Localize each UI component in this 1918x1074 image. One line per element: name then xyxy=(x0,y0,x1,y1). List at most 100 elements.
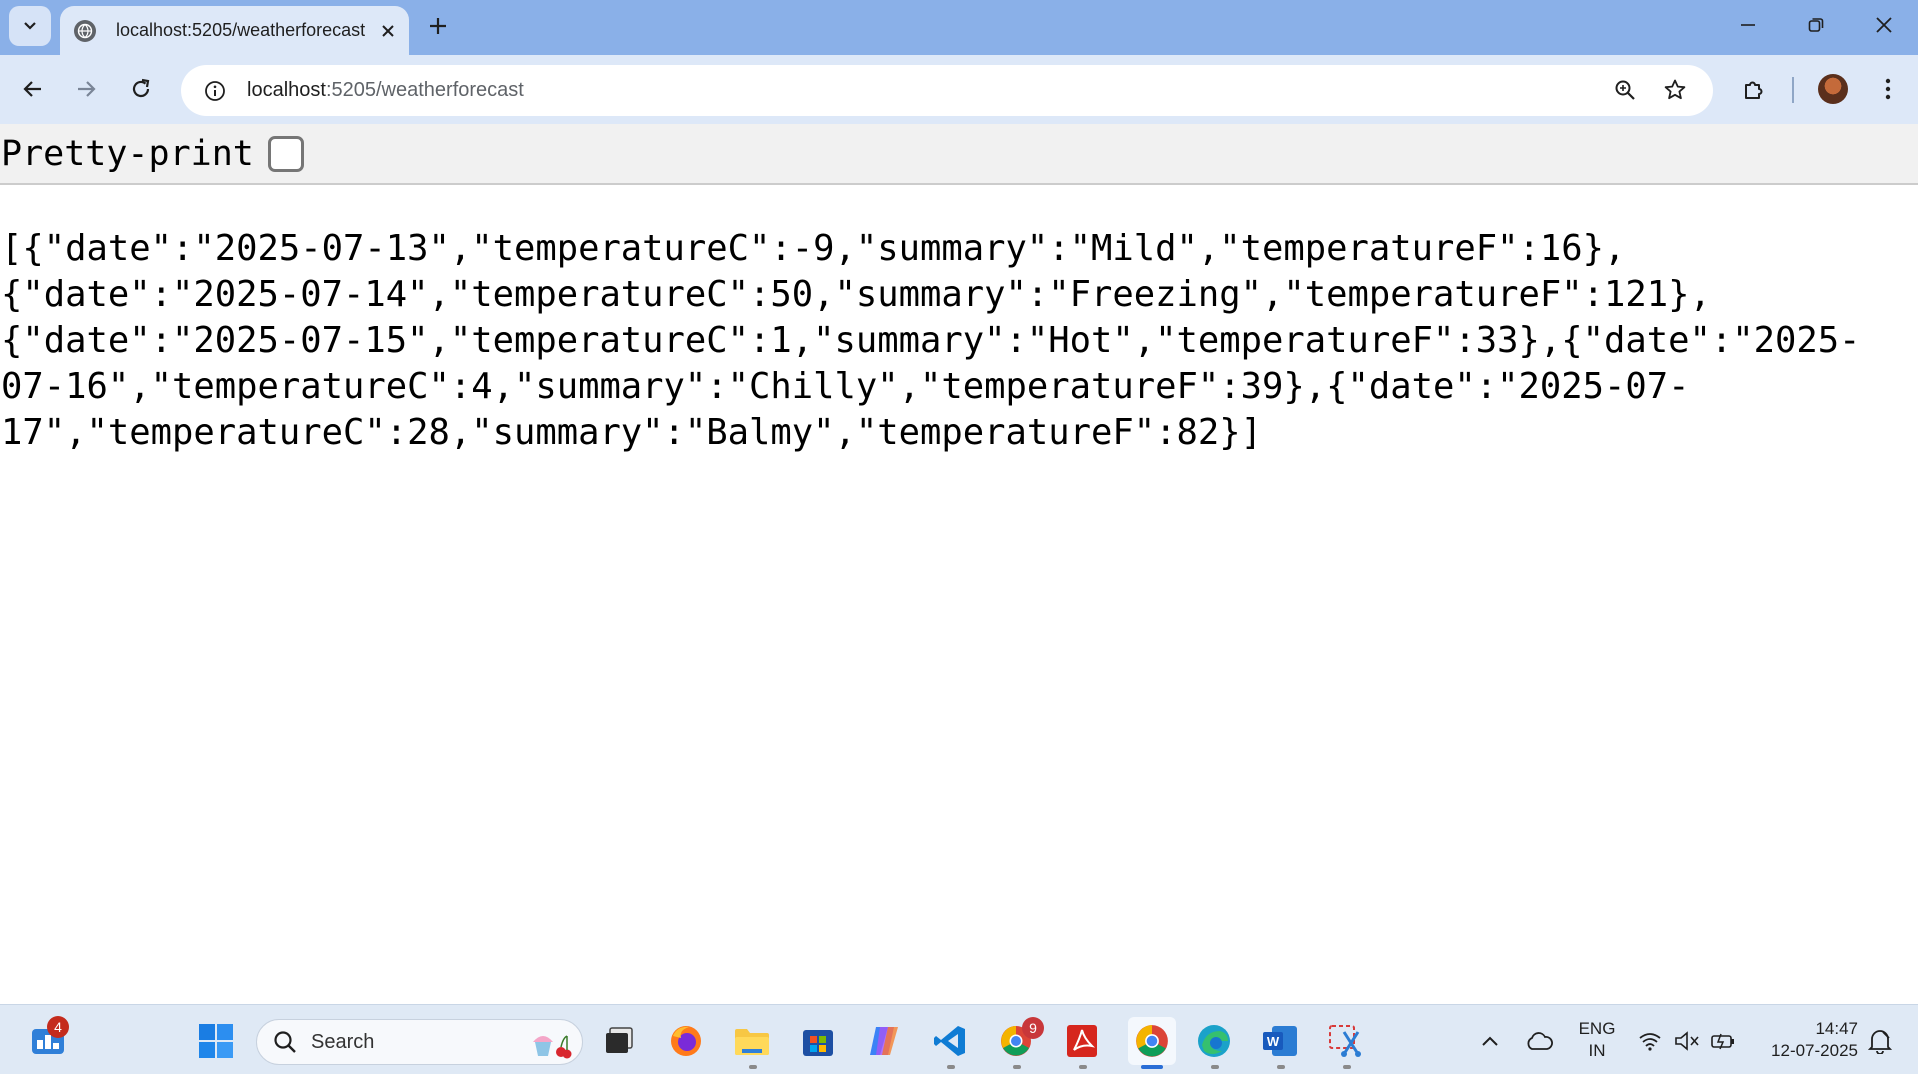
clock[interactable]: 14:47 12-07-2025 xyxy=(1752,1018,1858,1062)
globe-icon xyxy=(74,19,96,42)
taskbar-vscode[interactable] xyxy=(930,1021,970,1061)
taskbar-search[interactable]: Search xyxy=(256,1019,583,1065)
json-line: 07-16","temperatureC":4,"summary":"Chill… xyxy=(1,366,1690,407)
pretty-print-label: Pretty-print xyxy=(1,133,254,174)
language-region: IN xyxy=(1588,1041,1606,1060)
json-line: [{"date":"2025-07-13","temperatureC":-9,… xyxy=(1,228,1626,269)
running-indicator xyxy=(1277,1065,1285,1069)
firefox-icon xyxy=(671,1026,701,1056)
clock-date: 12-07-2025 xyxy=(1771,1041,1858,1060)
bookmark-button[interactable] xyxy=(1655,70,1695,110)
vscode-icon xyxy=(934,1026,965,1056)
word-icon: W xyxy=(1263,1026,1297,1056)
minimize-button[interactable] xyxy=(1718,0,1778,50)
arrow-left-icon xyxy=(23,81,41,97)
taskbar: 4 Search 9 W ENG IN 14:47 12-07-2025 xyxy=(0,1004,1918,1074)
json-response: [{"date":"2025-07-13","temperatureC":-9,… xyxy=(1,226,1911,456)
show-hidden-icons-button[interactable] xyxy=(1470,1021,1510,1061)
search-placeholder: Search xyxy=(311,1030,375,1053)
volume-muted-icon xyxy=(1675,1031,1699,1051)
reload-button[interactable] xyxy=(121,69,161,109)
close-icon xyxy=(1876,17,1892,33)
start-button[interactable] xyxy=(196,1021,236,1061)
chrome-icon xyxy=(1136,1025,1168,1057)
notifications-button[interactable] xyxy=(1860,1021,1900,1061)
search-icon xyxy=(274,1031,296,1053)
cloud-icon xyxy=(1527,1032,1553,1050)
url-path: :5205/weatherforecast xyxy=(325,79,524,101)
taskbar-microsoft-store[interactable] xyxy=(798,1021,838,1061)
chrome-badge: 9 xyxy=(1022,1017,1044,1039)
battery-icon xyxy=(1711,1033,1734,1050)
puzzle-icon xyxy=(1745,81,1763,99)
windows-icon xyxy=(199,1024,233,1058)
running-indicator xyxy=(1079,1065,1087,1069)
running-indicator xyxy=(947,1065,955,1069)
chevron-up-icon xyxy=(1482,1036,1498,1046)
profile-button[interactable] xyxy=(1813,69,1853,109)
running-indicator xyxy=(1013,1065,1021,1069)
taskbar-chrome-active[interactable] xyxy=(1128,1017,1176,1065)
tab-search-button[interactable] xyxy=(9,6,51,46)
taskbar-copilot[interactable] xyxy=(864,1021,904,1061)
language-code: ENG xyxy=(1578,1019,1616,1038)
extensions-button[interactable] xyxy=(1734,69,1774,109)
new-tab-button[interactable] xyxy=(422,10,454,42)
language-indicator[interactable]: ENG IN xyxy=(1575,1018,1619,1062)
running-indicator xyxy=(1343,1065,1351,1069)
close-window-button[interactable] xyxy=(1854,0,1914,50)
json-line: {"date":"2025-07-14","temperatureC":50,"… xyxy=(1,274,1711,315)
running-indicator xyxy=(1211,1065,1219,1069)
plus-icon xyxy=(430,18,446,34)
scissors-icon xyxy=(1329,1025,1361,1057)
clock-time: 14:47 xyxy=(1815,1019,1858,1038)
browser-title-bar: localhost:5205/weatherforecast xyxy=(0,0,1918,55)
browser-toolbar: localhost:5205/weatherforecast xyxy=(0,55,1918,124)
site-info-icon[interactable] xyxy=(195,71,235,111)
store-icon xyxy=(803,1030,833,1056)
toolbar-separator xyxy=(1792,77,1794,103)
zoom-button[interactable] xyxy=(1605,70,1645,110)
taskbar-firefox[interactable] xyxy=(666,1021,706,1061)
pretty-print-bar: Pretty-print xyxy=(0,124,1918,185)
forward-button[interactable] xyxy=(66,69,106,109)
close-icon xyxy=(382,24,394,37)
taskbar-task-view[interactable] xyxy=(599,1021,639,1061)
reload-icon xyxy=(132,78,150,98)
avatar xyxy=(1818,74,1848,104)
taskbar-word[interactable]: W xyxy=(1260,1021,1300,1061)
arrow-right-icon xyxy=(78,81,96,97)
task-view-icon xyxy=(606,1027,633,1053)
url-host: localhost xyxy=(247,79,326,101)
address-bar[interactable]: localhost:5205/weatherforecast xyxy=(181,65,1713,116)
url-text[interactable]: localhost:5205/weatherforecast xyxy=(247,79,524,102)
cupcake-icon xyxy=(533,1035,572,1059)
back-button[interactable] xyxy=(13,69,53,109)
running-indicator xyxy=(749,1065,757,1069)
more-vertical-icon xyxy=(1885,78,1891,100)
zoom-icon xyxy=(1615,80,1635,100)
browser-menu-button[interactable] xyxy=(1868,69,1908,109)
tab-title: localhost:5205/weatherforecast xyxy=(116,20,366,40)
quick-settings-button[interactable] xyxy=(1632,1021,1742,1061)
taskbar-acrobat[interactable] xyxy=(1062,1021,1102,1061)
browser-tab[interactable]: localhost:5205/weatherforecast xyxy=(60,6,409,55)
taskbar-snipping-tool[interactable] xyxy=(1326,1021,1366,1061)
wifi-icon xyxy=(1639,1033,1661,1051)
tab-close-button[interactable] xyxy=(376,19,400,43)
json-line: {"date":"2025-07-15","temperatureC":1,"s… xyxy=(1,320,1861,361)
restore-button[interactable] xyxy=(1786,0,1846,50)
notification-bell-icon xyxy=(1868,1030,1892,1054)
json-line: 17","temperatureC":28,"summary":"Balmy",… xyxy=(1,412,1262,453)
chevron-down-icon xyxy=(24,22,36,30)
onedrive-button[interactable] xyxy=(1519,1021,1559,1061)
svg-text:W: W xyxy=(1267,1034,1280,1049)
edge-icon xyxy=(1198,1025,1230,1057)
taskbar-edge[interactable] xyxy=(1194,1021,1234,1061)
pdf-icon xyxy=(1067,1025,1097,1057)
pretty-print-checkbox[interactable] xyxy=(267,135,304,172)
copilot-icon xyxy=(870,1027,898,1055)
star-icon xyxy=(1664,79,1686,100)
taskbar-file-explorer[interactable] xyxy=(732,1021,772,1061)
restore-icon xyxy=(1808,18,1824,32)
